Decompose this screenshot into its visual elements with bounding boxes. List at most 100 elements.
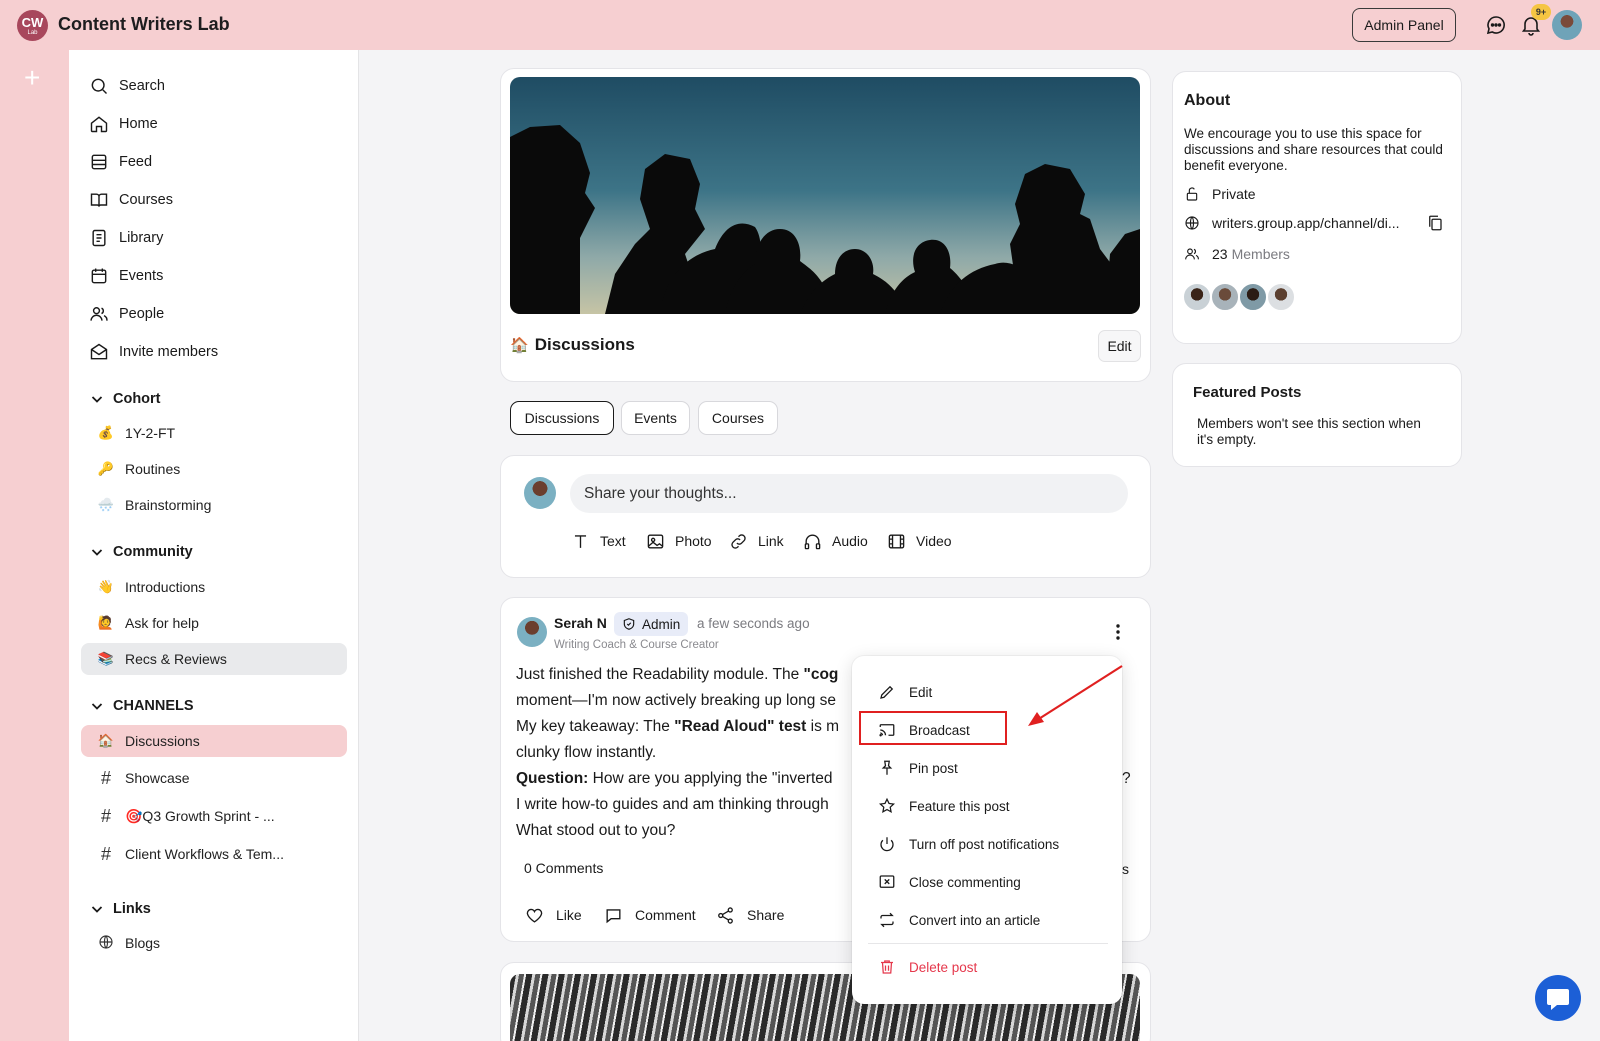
link-item-blogs[interactable]: Blogs xyxy=(81,927,347,959)
menu-item-close-commenting[interactable]: Close commenting xyxy=(852,867,1122,897)
channel-item[interactable]: # 🎯Q3 Growth Sprint - ... xyxy=(81,800,347,832)
menu-item-label: Delete post xyxy=(909,959,978,975)
channel-item[interactable]: 🔑 Routines xyxy=(81,453,347,485)
section-title: CHANNELS xyxy=(113,698,194,714)
channel-label: Discussions xyxy=(125,733,200,749)
add-space-icon[interactable]: + xyxy=(24,64,40,92)
channel-item[interactable]: 🌨️ Brainstorming xyxy=(81,489,347,521)
spaces-rail: + xyxy=(0,50,69,1041)
photo-icon xyxy=(647,533,664,549)
feed-icon xyxy=(91,154,107,170)
copy-icon[interactable] xyxy=(1426,214,1444,232)
link-label: Blogs xyxy=(125,935,161,951)
share-thoughts-input[interactable] xyxy=(570,474,1128,513)
tab-events[interactable]: Events xyxy=(621,401,690,435)
menu-item-delete-post[interactable]: Delete post xyxy=(852,952,1122,982)
menu-item-label: Edit xyxy=(909,684,933,700)
menu-item-turn-off-notifications[interactable]: Turn off post notifications xyxy=(852,829,1122,859)
user-avatar[interactable] xyxy=(1552,10,1582,40)
hash-icon: # xyxy=(100,805,111,826)
channel-item-discussions[interactable]: 🏠 Discussions xyxy=(81,725,347,757)
composer-text-button[interactable]: Text xyxy=(571,530,626,552)
sidebar-item-feed[interactable]: Feed xyxy=(89,146,152,178)
hash-icon: # xyxy=(100,767,111,788)
members-row[interactable]: 23 Members xyxy=(1184,244,1290,264)
sidebar-item-courses[interactable]: Courses xyxy=(89,184,173,216)
channel-item[interactable]: # Showcase xyxy=(81,762,347,794)
key-icon: 🔑 xyxy=(97,461,115,476)
admin-badge: Admin xyxy=(614,612,689,636)
sidebar-item-invite-members[interactable]: Invite members xyxy=(89,336,218,368)
sidebar-item-label: Library xyxy=(119,230,164,246)
comment-icon xyxy=(606,908,621,923)
star-icon xyxy=(878,797,896,813)
channel-label: 1Y-2-FT xyxy=(125,425,176,441)
composer-photo-button[interactable]: Photo xyxy=(646,530,712,552)
channel-label: Showcase xyxy=(125,770,190,786)
house-icon: 🏠 xyxy=(97,733,115,748)
chevron-down-icon xyxy=(91,906,103,913)
book-icon xyxy=(90,193,108,207)
post-text-bold: Question: xyxy=(516,770,589,787)
composer-video-button[interactable]: Video xyxy=(887,530,952,552)
community-name[interactable]: Content Writers Lab xyxy=(58,14,230,35)
sidebar-item-home[interactable]: Home xyxy=(89,108,158,140)
share-button[interactable]: Share xyxy=(716,904,784,926)
silhouettes-image xyxy=(510,125,1140,314)
channel-title-text: Discussions xyxy=(534,335,635,354)
comment-button[interactable]: Comment xyxy=(604,904,696,926)
tab-discussions[interactable]: Discussions xyxy=(510,401,614,435)
channel-item[interactable]: # Client Workflows & Tem... xyxy=(81,838,347,870)
more-options-icon[interactable] xyxy=(1110,622,1126,642)
channel-item[interactable]: 📚 Recs & Reviews xyxy=(81,643,347,675)
channel-url[interactable]: writers.group.app/channel/di... xyxy=(1212,215,1400,231)
globe-icon xyxy=(1185,216,1199,230)
composer-link-button[interactable]: Link xyxy=(729,530,784,552)
member-avatar[interactable] xyxy=(1182,282,1212,312)
composer-tool-label: Text xyxy=(600,533,626,549)
menu-item-convert-article[interactable]: Convert into an article xyxy=(852,905,1122,935)
member-avatar[interactable] xyxy=(1238,282,1268,312)
sidebar-item-events[interactable]: Events xyxy=(89,260,163,292)
sidebar-item-library[interactable]: Library xyxy=(89,222,163,254)
section-community[interactable]: Community xyxy=(89,541,193,563)
post-line: Just finished the Readability module. Th… xyxy=(516,662,876,688)
like-button[interactable]: Like xyxy=(525,904,582,926)
member-avatar[interactable] xyxy=(1266,282,1296,312)
channel-item[interactable]: 🙋 Ask for help xyxy=(81,607,347,639)
post-text: moment—I'm now actively breaking up long… xyxy=(516,692,836,709)
tab-courses[interactable]: Courses xyxy=(698,401,778,435)
sidebar-item-search[interactable]: Search xyxy=(89,70,165,102)
composer-tool-label: Link xyxy=(758,533,784,549)
heart-icon xyxy=(526,908,543,923)
support-chat-button[interactable] xyxy=(1535,975,1581,1021)
channel-cover-image xyxy=(510,77,1140,314)
text-icon xyxy=(574,534,587,548)
admin-panel-button[interactable]: Admin Panel xyxy=(1352,8,1456,42)
channel-item[interactable]: 💰 1Y-2-FT xyxy=(81,417,347,449)
post-author-name[interactable]: Serah N xyxy=(554,615,607,631)
section-links[interactable]: Links xyxy=(89,898,151,920)
post-text: is m xyxy=(806,718,840,735)
channel-label: Client Workflows & Tem... xyxy=(125,846,284,862)
post-text-bold: "Read Aloud" test xyxy=(674,718,807,735)
comments-count[interactable]: 0 Comments xyxy=(524,860,603,876)
app-logo[interactable]: CW Lab xyxy=(17,10,48,41)
privacy-label: Private xyxy=(1212,186,1256,202)
member-avatar[interactable] xyxy=(1210,282,1240,312)
people-icon xyxy=(1185,248,1199,260)
section-channels[interactable]: CHANNELS xyxy=(89,695,194,717)
composer-audio-button[interactable]: Audio xyxy=(803,530,868,552)
headphones-icon xyxy=(804,534,821,549)
channel-item[interactable]: 👋 Introductions xyxy=(81,571,347,603)
section-cohort[interactable]: Cohort xyxy=(89,388,161,410)
people-icon xyxy=(90,307,108,321)
post-text: My key takeaway: The xyxy=(516,718,675,735)
sidebar-item-people[interactable]: People xyxy=(89,298,164,330)
edit-channel-button[interactable]: Edit xyxy=(1098,330,1141,362)
menu-item-feature-post[interactable]: Feature this post xyxy=(852,791,1122,821)
post-author-avatar[interactable] xyxy=(517,617,547,647)
chat-icon[interactable] xyxy=(1484,13,1508,37)
post-text: I write how-to guides and am thinking th… xyxy=(516,796,829,813)
menu-item-pin-post[interactable]: Pin post xyxy=(852,753,1122,783)
